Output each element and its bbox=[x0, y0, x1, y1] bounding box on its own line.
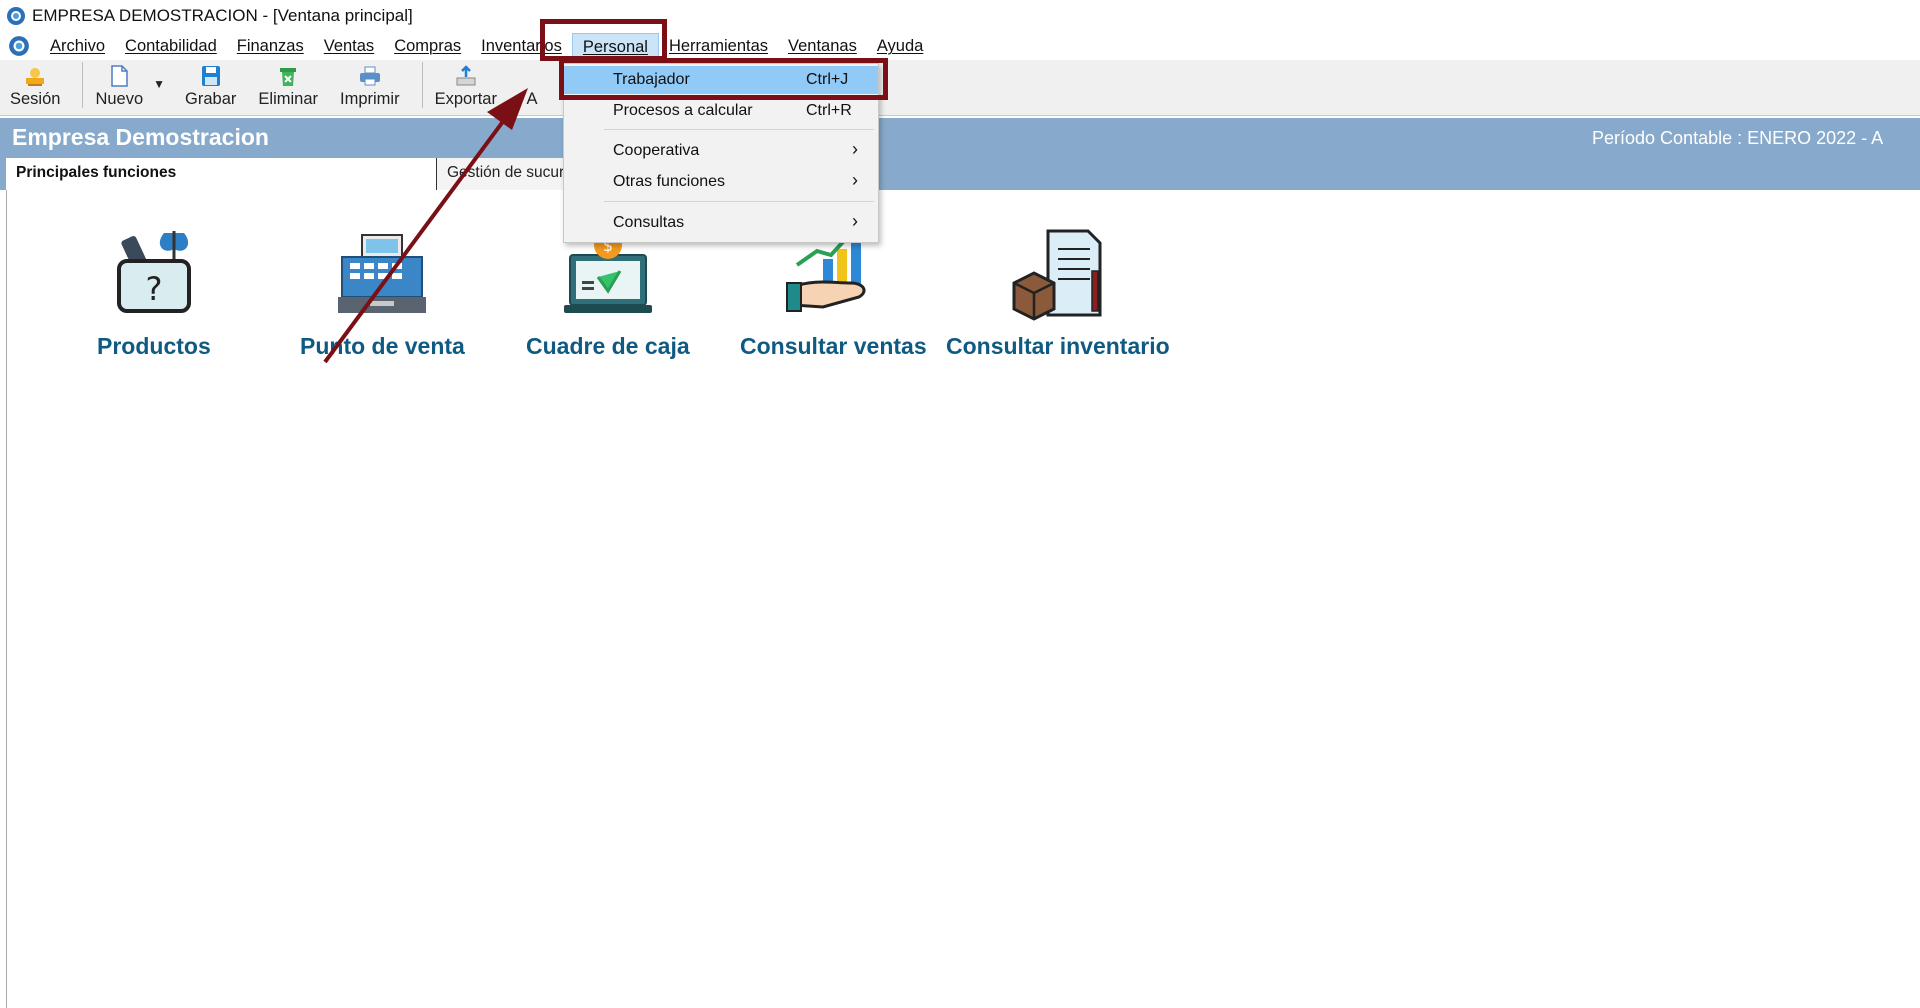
menu-item-label: Cooperativa bbox=[613, 142, 700, 159]
sesion-button[interactable]: Sesión bbox=[10, 64, 60, 109]
menu-item-shortcut: Ctrl+R bbox=[806, 102, 852, 119]
menu-separator bbox=[604, 129, 874, 130]
accounting-period: Período Contable : ENERO 2022 - A bbox=[1592, 128, 1884, 148]
submenu-chevron-icon: › bbox=[852, 211, 858, 231]
menu-ventanas[interactable]: Ventanas bbox=[778, 33, 867, 59]
save-icon bbox=[201, 66, 220, 86]
nuevo-dropdown-icon[interactable]: ▼ bbox=[153, 77, 165, 91]
function-label: Consultar inventario bbox=[946, 333, 1170, 359]
menu-item-label: Procesos a calcular bbox=[613, 102, 753, 119]
window-title: EMPRESA DEMOSTRACION - [Ventana principa… bbox=[32, 6, 413, 25]
function-consultar-inventario[interactable]: Consultar inventario bbox=[946, 225, 1170, 360]
exportar-label: Exportar bbox=[434, 90, 497, 108]
menu-item-otras-funciones[interactable]: Otras funciones › bbox=[564, 168, 878, 196]
sesion-label: Sesión bbox=[10, 90, 61, 108]
header-band: Empresa Demostracion Período Contable : … bbox=[0, 118, 1920, 190]
menu-item-label: Consultas bbox=[613, 214, 685, 231]
new-document-icon bbox=[111, 65, 129, 87]
export-icon bbox=[456, 65, 476, 86]
delete-icon bbox=[280, 68, 297, 86]
title-bar: EMPRESA DEMOSTRACION - [Ventana principa… bbox=[0, 0, 1920, 32]
function-label: Cuadre de caja bbox=[526, 333, 690, 359]
imprimir-label: Imprimir bbox=[340, 90, 400, 108]
function-cuadre-caja[interactable]: $ Cuadre de caja bbox=[526, 225, 690, 360]
tab-principales-funciones[interactable]: Principales funciones bbox=[6, 158, 436, 190]
content-left-border bbox=[0, 190, 7, 1008]
submenu-chevron-icon: › bbox=[852, 139, 858, 159]
menu-bar: Archivo Contabilidad Finanzas Ventas Com… bbox=[0, 32, 1920, 60]
menu-item-consultas[interactable]: Consultas › bbox=[564, 209, 878, 237]
system-menu-icon[interactable] bbox=[8, 35, 30, 57]
menu-herramientas[interactable]: Herramientas bbox=[659, 33, 778, 59]
toolbar-next-icon bbox=[519, 64, 545, 88]
eliminar-label: Eliminar bbox=[258, 90, 319, 108]
menu-ventas[interactable]: Ventas bbox=[314, 33, 384, 59]
toolbar-separator bbox=[421, 61, 423, 108]
menu-finanzas[interactable]: Finanzas bbox=[227, 33, 314, 59]
grabar-label: Grabar bbox=[185, 90, 237, 108]
toolbar: Sesión Nuevo ▼ Grabar Eliminar Imprimir … bbox=[0, 60, 1920, 116]
products-basket-icon: ? bbox=[116, 231, 191, 313]
menu-item-cooperativa[interactable]: Cooperativa › bbox=[564, 137, 878, 165]
function-label: Productos bbox=[97, 333, 211, 359]
annotation-highlight-trabajador bbox=[559, 58, 888, 100]
imprimir-button[interactable]: Imprimir bbox=[340, 64, 400, 109]
annotation-highlight-personal bbox=[540, 19, 667, 61]
function-label: Punto de venta bbox=[300, 333, 465, 359]
function-punto-venta[interactable]: Punto de venta bbox=[300, 225, 465, 360]
tab-strip: Principales funciones Gestión de sucursa… bbox=[6, 158, 586, 190]
menu-item-procesos-calcular[interactable]: Procesos a calcular Ctrl+R bbox=[564, 97, 878, 125]
submenu-chevron-icon: › bbox=[852, 170, 858, 190]
print-icon bbox=[359, 66, 380, 86]
app-logo-icon bbox=[7, 7, 25, 25]
toolbar-next-button[interactable]: A bbox=[519, 64, 545, 109]
grabar-button[interactable]: Grabar bbox=[185, 64, 236, 109]
menu-contabilidad[interactable]: Contabilidad bbox=[115, 33, 227, 59]
eliminar-button[interactable]: Eliminar bbox=[258, 64, 318, 109]
company-name: Empresa Demostracion bbox=[12, 124, 269, 150]
session-icon bbox=[26, 68, 45, 86]
function-consultar-ventas[interactable]: Consultar ventas bbox=[740, 225, 927, 360]
cash-register-icon bbox=[338, 234, 427, 313]
exportar-button[interactable]: Exportar bbox=[435, 64, 497, 109]
menu-item-label: Otras funciones bbox=[613, 173, 726, 190]
menu-separator bbox=[604, 201, 874, 202]
function-productos[interactable]: ? Productos bbox=[97, 225, 211, 360]
toolbar-separator bbox=[82, 61, 84, 108]
nuevo-button[interactable]: Nuevo bbox=[95, 64, 143, 109]
menu-compras[interactable]: Compras bbox=[384, 33, 471, 59]
menu-ayuda[interactable]: Ayuda bbox=[867, 33, 934, 59]
nuevo-label: Nuevo bbox=[95, 90, 144, 108]
svg-text:?: ? bbox=[145, 270, 162, 308]
menu-archivo[interactable]: Archivo bbox=[40, 33, 115, 59]
toolbar-next-label: A bbox=[526, 90, 538, 108]
inventory-document-box-icon bbox=[1012, 229, 1102, 321]
function-label: Consultar ventas bbox=[740, 333, 927, 359]
